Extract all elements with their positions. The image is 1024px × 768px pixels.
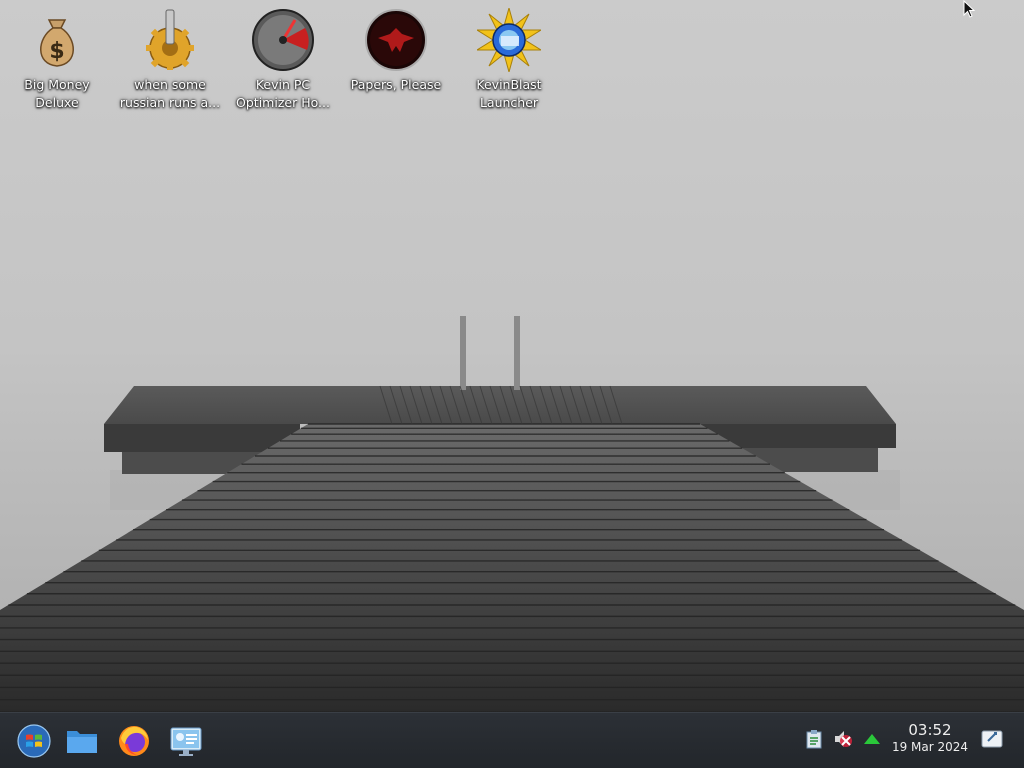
firefox-button[interactable]	[114, 721, 154, 761]
desktop-icon-label: Big Money Deluxe	[24, 77, 90, 110]
folder-icon	[67, 731, 97, 753]
desktop-icon-papers-please[interactable]: Papers, Please	[340, 8, 452, 94]
golden-gear-icon	[146, 9, 194, 70]
mouse-pointer-icon	[963, 0, 976, 18]
firefox-icon	[119, 726, 149, 756]
money-bag-icon: $	[40, 19, 74, 67]
up-arrow-icon	[864, 734, 880, 744]
desktop-icon-russian-runs[interactable]: when some russian runs a...	[114, 8, 226, 112]
svg-text:$: $	[49, 39, 64, 64]
desktop-icon-label: when some russian runs a...	[119, 77, 221, 110]
desktop-icon-label: Papers, Please	[350, 77, 442, 92]
windows-orb-icon	[17, 724, 51, 758]
control-panel-icon	[170, 727, 202, 756]
show-hidden-icons-button[interactable]	[860, 727, 884, 751]
sunburst-disc-icon	[477, 8, 541, 72]
desktop-icon-label: Kevin PC Optimizer Ho...	[236, 77, 330, 110]
start-menu-button[interactable]	[14, 721, 54, 761]
desktop-icon-big-money-deluxe[interactable]: $ Big Money Deluxe	[1, 8, 113, 112]
desktop-icon-label: KevinBlast Launcher	[476, 77, 542, 110]
red-eagle-emblem-icon	[365, 9, 427, 71]
clipboard-icon	[806, 730, 822, 749]
speedometer-gauge-icon	[252, 9, 314, 71]
speaker-muted-icon	[835, 731, 852, 747]
show-desktop-icon	[981, 730, 1003, 748]
desktop-icon-kevin-pc-optimizer[interactable]: Kevin PC Optimizer Ho...	[227, 8, 339, 112]
show-desktop-button[interactable]	[979, 726, 1005, 752]
taskbar-clock[interactable]: 03:52 19 Mar 2024	[884, 721, 976, 761]
clipboard-tray-button[interactable]	[802, 727, 826, 751]
desktop-icon-kevinblast-launcher[interactable]: KevinBlast Launcher	[453, 8, 565, 112]
volume-tray-button[interactable]	[831, 727, 855, 751]
file-manager-button[interactable]	[62, 721, 102, 761]
system-settings-button[interactable]	[166, 721, 206, 761]
clock-time: 03:52	[908, 721, 952, 739]
taskbar: 03:52 19 Mar 2024	[0, 712, 1024, 768]
clock-date: 19 Mar 2024	[891, 740, 969, 754]
desktop-wallpaper	[0, 0, 1024, 768]
